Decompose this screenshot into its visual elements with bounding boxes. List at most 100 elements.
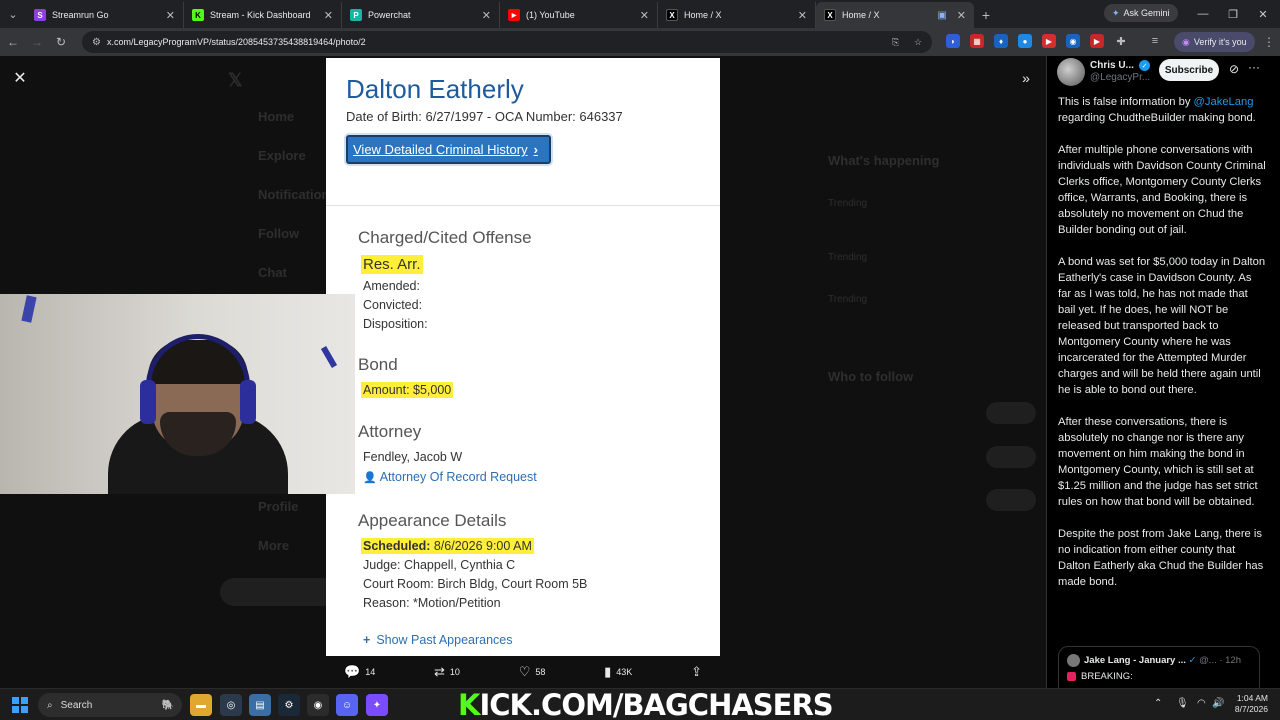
bookmark-star-icon[interactable]: ☆	[914, 37, 922, 48]
author-name[interactable]: Chris U...	[1090, 60, 1134, 71]
attorney-request-text: Attorney Of Record Request	[379, 470, 537, 484]
tab-media-icon[interactable]: ▣	[937, 10, 946, 21]
taskbar-search[interactable]: ⌕ Search 🐘	[38, 693, 182, 717]
engagement-bar: 💬 14 ⇄ 10 ♡ 58 ▮ 43K ⇪	[326, 656, 720, 688]
views-chart-icon: ▮	[604, 664, 612, 679]
verify-profile-button[interactable]: ◉ Verify it's you	[1174, 32, 1255, 52]
windows-start-icon[interactable]	[12, 697, 28, 713]
site-info-icon[interactable]: ⚙	[92, 37, 101, 48]
verify-label: Verify it's you	[1193, 37, 1247, 47]
microphone-icon[interactable]: 🎙	[1176, 698, 1189, 709]
mention-link[interactable]: @JakeLang	[1194, 96, 1254, 108]
quote-avatar	[1067, 654, 1080, 667]
quote-meta: @... · 12h	[1199, 655, 1242, 667]
post-panel: Chris U... ✓ @LegacyPr... Subscribe ⊘ ··…	[1046, 56, 1280, 688]
p1-before: This is false information by	[1058, 96, 1194, 108]
tab-kick-dashboard[interactable]: K Stream - Kick Dashboard ✕	[184, 2, 342, 28]
close-icon[interactable]: ✕	[482, 9, 491, 22]
judge-row: Judge: Chappell, Cynthia C	[363, 558, 516, 572]
extension-icon[interactable]: ◉	[1066, 34, 1080, 48]
quoted-post[interactable]: Jake Lang - January ... ✓ @... · 12h BRE…	[1058, 646, 1260, 688]
wifi-icon[interactable]: ◠	[1197, 698, 1206, 709]
attorney-request-link: 👤 Attorney Of Record Request	[363, 470, 537, 484]
close-icon[interactable]: ✕	[957, 9, 966, 22]
kick-url-overlay: K ICK.COM/BAGCHASERS	[458, 688, 834, 720]
steam-icon[interactable]: ⚙	[278, 694, 300, 716]
extensions-puzzle-icon[interactable]: ✚	[1114, 34, 1128, 48]
tab-powerchat[interactable]: P Powerchat ✕	[342, 2, 500, 28]
like-button[interactable]: ♡ 58	[519, 664, 546, 680]
browser-menu-icon[interactable]: ⋮	[1258, 31, 1280, 53]
profile-icon: ◉	[1182, 36, 1190, 47]
tab-title: Home / X	[842, 10, 880, 20]
extension-icon[interactable]: ▶	[1090, 34, 1104, 48]
youtube-extension-icon[interactable]: ▶	[1042, 34, 1056, 48]
address-bar[interactable]: ⚙ x.com/LegacyProgramVP/status/208545373…	[82, 31, 932, 53]
tab-search-chevron-icon[interactable]: ⌄	[0, 0, 26, 28]
page-viewport: 𝕏 Home Explore Notifications Follow Chat…	[0, 56, 1280, 688]
author-handle[interactable]: @LegacyPr...	[1090, 72, 1150, 83]
subscribe-button[interactable]: Subscribe	[1159, 59, 1219, 81]
expand-panel-icon[interactable]: »	[1016, 68, 1036, 88]
window-close-icon[interactable]: ✕	[1248, 0, 1278, 28]
plus-icon: +	[363, 633, 371, 647]
tab-title: Powerchat	[368, 10, 411, 20]
ghost-nav-text: Chat	[258, 265, 287, 280]
app-icon[interactable]: ✦	[366, 694, 388, 716]
more-options-icon[interactable]: ···	[1248, 60, 1260, 74]
ask-gemini-button[interactable]: ✦ Ask Gemini	[1104, 4, 1178, 22]
bond-amount: Amount: $5,000	[361, 382, 454, 398]
chevron-right-icon: ›	[533, 142, 538, 157]
minimize-icon[interactable]: —	[1188, 0, 1218, 28]
tab-youtube[interactable]: ▶ (1) YouTube ✕	[500, 2, 658, 28]
install-icon[interactable]: ⎘	[892, 37, 899, 48]
search-highlight-icon: 🐘	[161, 699, 174, 711]
disposition-label: Disposition:	[363, 317, 428, 331]
obs-icon[interactable]: ◉	[307, 694, 329, 716]
x-logo-icon: X	[666, 9, 678, 21]
ghost-heading: Who to follow	[828, 369, 914, 384]
tray-chevron-icon[interactable]: ⌃	[1154, 698, 1162, 709]
bond-heading: Bond	[358, 355, 398, 374]
reload-icon[interactable]: ↻	[50, 31, 72, 53]
taskbar-clock[interactable]: 1:04 AM 8/7/2026	[1220, 693, 1268, 715]
views-button[interactable]: ▮ 43K	[604, 664, 632, 680]
forward-arrow-icon[interactable]: →	[26, 31, 48, 53]
ghost-follow	[986, 402, 1036, 424]
file-explorer-icon[interactable]: ▬	[190, 694, 212, 716]
tab-home-x-active[interactable]: X Home / X ▣ ✕	[816, 2, 974, 28]
ghost-heading: What's happening	[828, 153, 940, 168]
youtube-icon: ▶	[508, 9, 520, 21]
close-icon[interactable]: ✕	[166, 9, 175, 22]
ghost-nav-text: More	[258, 538, 290, 553]
grok-icon[interactable]: ⊘	[1229, 62, 1239, 76]
tab-streamrun[interactable]: S Streamrun Go ✕	[26, 2, 184, 28]
close-photo-icon[interactable]: ✕	[10, 68, 30, 88]
share-button[interactable]: ⇪	[691, 664, 702, 680]
back-arrow-icon[interactable]: ←	[2, 31, 24, 53]
show-past-text: Show Past Appearances	[376, 633, 513, 647]
discord-icon[interactable]: ☺	[336, 694, 358, 716]
reply-button[interactable]: 💬 14	[344, 664, 375, 680]
extension-icon[interactable]: ▦	[970, 34, 984, 48]
chrome-icon[interactable]: ◎	[220, 694, 242, 716]
close-icon[interactable]: ✕	[640, 9, 649, 22]
divider	[326, 205, 720, 206]
avatar[interactable]	[1057, 58, 1085, 86]
close-icon[interactable]: ✕	[324, 9, 333, 22]
post-paragraph: After these conversations, there is abso…	[1058, 416, 1258, 508]
new-tab-plus-icon[interactable]: +	[974, 2, 998, 28]
repost-button[interactable]: ⇄ 10	[434, 664, 460, 680]
ghost-trend: Trending	[828, 294, 868, 305]
restore-icon[interactable]: ❐	[1218, 0, 1248, 28]
extension-icon[interactable]: ●	[1018, 34, 1032, 48]
screen: ⌄ S Streamrun Go ✕ K Stream - Kick Dashb…	[0, 0, 1280, 720]
close-icon[interactable]: ✕	[798, 9, 807, 22]
reading-list-icon[interactable]: ≡	[1148, 34, 1162, 48]
repost-count: 10	[449, 667, 460, 677]
tab-home-x[interactable]: X Home / X ✕	[658, 2, 816, 28]
extension-icon[interactable]: ◗	[946, 34, 960, 48]
app-icon[interactable]: ▤	[249, 694, 271, 716]
shield-extension-icon[interactable]: ♦	[994, 34, 1008, 48]
post-paragraph: Despite the post from Jake Lang, there i…	[1058, 528, 1264, 588]
